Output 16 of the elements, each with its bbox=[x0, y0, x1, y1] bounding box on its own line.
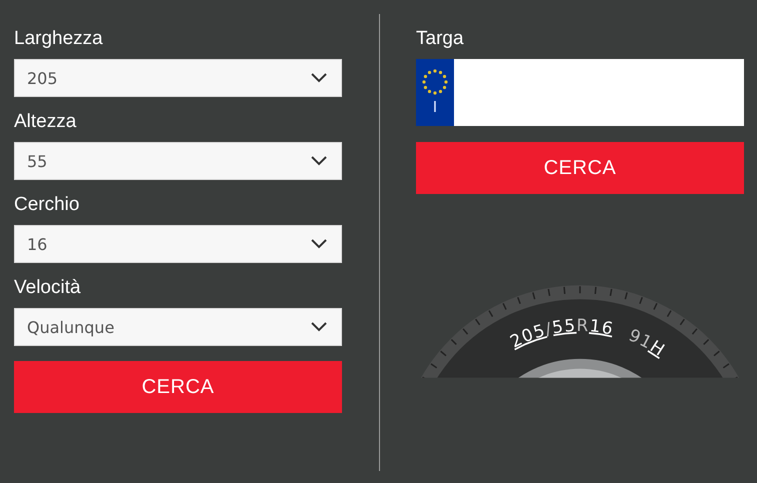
country-code: I bbox=[432, 99, 438, 117]
chevron-icon bbox=[311, 239, 327, 249]
select-field[interactable]: 205 bbox=[14, 59, 342, 97]
field-label: Larghezza bbox=[14, 27, 104, 51]
chevron-icon bbox=[311, 322, 327, 332]
field-label: Targa bbox=[416, 27, 465, 51]
select-field[interactable]: 16 bbox=[14, 225, 342, 263]
search-button[interactable]: CERCA bbox=[416, 142, 744, 194]
search-button[interactable]: CERCA bbox=[14, 361, 342, 413]
select-field[interactable]: 55 bbox=[14, 142, 342, 180]
field-label: Cerchio bbox=[14, 193, 80, 217]
chevron-icon bbox=[311, 73, 327, 83]
select-field[interactable]: Qualunque bbox=[14, 308, 342, 346]
field-label: Altezza bbox=[14, 110, 78, 134]
field-label: Velocità bbox=[14, 276, 82, 300]
chevron-icon bbox=[311, 156, 327, 166]
